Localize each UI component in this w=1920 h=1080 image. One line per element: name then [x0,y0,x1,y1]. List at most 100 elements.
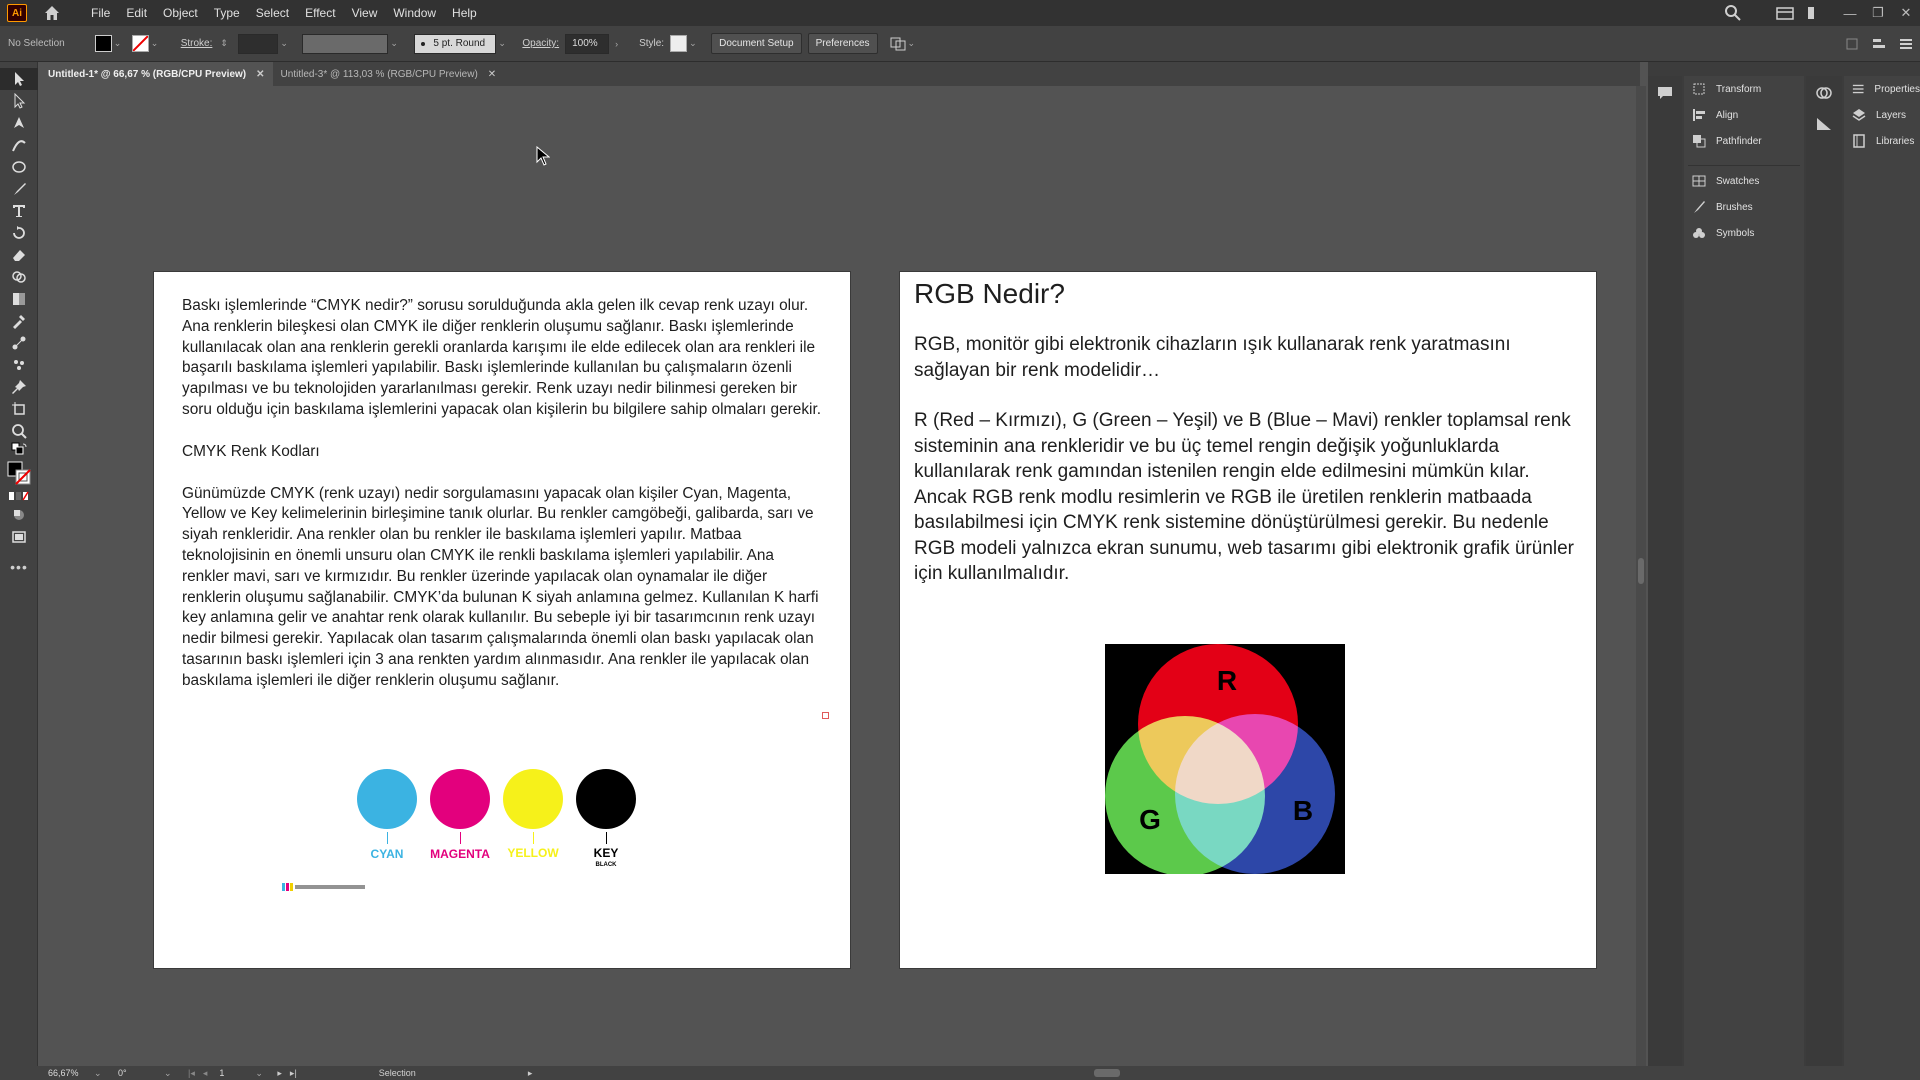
rgb-venn-diagram[interactable]: R G B [1105,644,1345,874]
scrollbar-thumb[interactable] [1638,558,1644,584]
artboard-2[interactable]: RGB Nedir? RGB, monitör gibi elektronik … [900,272,1596,968]
artboard-number-field[interactable]: 1 [213,1067,254,1079]
blend-tool-icon[interactable] [0,332,38,354]
close-icon[interactable]: ✕ [488,69,496,80]
chevron-down-icon[interactable]: ⌄ [164,1068,174,1079]
chevron-down-icon[interactable]: ⌄ [280,38,290,49]
selection-tool-icon[interactable] [0,68,38,90]
close-window-button[interactable]: ✕ [1892,0,1920,26]
previous-artboard-icon[interactable]: ◂ [203,1068,208,1079]
panel-transform[interactable]: Transform [1684,76,1804,102]
horizontal-scrollbar-thumb[interactable] [1094,1069,1120,1077]
panel-swatches[interactable]: Swatches [1684,168,1804,194]
arrange-icon[interactable] [1806,6,1816,20]
zoom-field[interactable]: 66,67% [42,1067,92,1079]
appearance-icon[interactable] [1816,86,1832,100]
menu-window[interactable]: Window [385,6,444,20]
document-setup-button[interactable]: Document Setup [711,33,802,54]
gradient-tool-icon[interactable] [0,288,38,310]
isolate-icon[interactable] [1846,38,1858,50]
artboard-1-text[interactable]: Baskı işlemlerinde “CMYK nedir?” sorusu … [182,296,822,692]
symbol-sprayer-tool-icon[interactable] [0,354,38,376]
menu-edit[interactable]: Edit [118,6,155,20]
eyedropper-tool-icon[interactable] [0,310,38,332]
stroke-swatch[interactable] [131,35,149,52]
rgb-title[interactable]: RGB Nedir? [914,278,1065,310]
menu-select[interactable]: Select [248,6,297,20]
panel-align[interactable]: Align [1684,102,1804,128]
chevron-down-icon[interactable]: ⌄ [255,1068,265,1079]
more-tools-icon[interactable]: ••• [0,556,38,578]
tab-untitled-3[interactable]: Untitled-3* @ 113,03 % (RGB/CPU Preview)… [273,62,505,86]
graphic-style-swatch[interactable] [670,35,688,52]
tab-untitled-1[interactable]: Untitled-1* @ 66,67 % (RGB/CPU Preview) … [40,62,273,86]
menu-icon[interactable] [1900,38,1912,50]
screen-mode-icon[interactable] [0,526,38,548]
comments-icon[interactable] [1657,86,1673,100]
menu-file[interactable]: File [83,6,118,20]
panel-label: Libraries [1876,135,1915,147]
fill-stroke-swatches[interactable] [0,458,38,488]
artboard-tool-icon[interactable] [0,398,38,420]
close-icon[interactable]: ✕ [256,69,264,80]
panel-pathfinder[interactable]: Pathfinder [1684,128,1804,154]
menu-view[interactable]: View [344,6,386,20]
panel-libraries[interactable]: Libraries [1844,128,1920,154]
home-icon[interactable] [43,4,61,22]
text-overflow-marker[interactable] [822,712,829,719]
artboard-1[interactable]: Baskı işlemlerinde “CMYK nedir?” sorusu … [154,272,850,968]
brush-definition[interactable]: 5 pt. Round [414,33,497,54]
direct-selection-tool-icon[interactable] [0,90,38,112]
chevron-down-icon[interactable]: ⌄ [114,38,124,49]
chevron-right-icon[interactable]: › [615,39,625,49]
maximize-button[interactable]: ❐ [1864,0,1892,26]
chevron-down-icon[interactable]: ⌄ [94,1068,104,1079]
menu-help[interactable]: Help [444,6,485,20]
chevron-down-icon[interactable]: ⌄ [689,38,699,49]
curvature-tool-icon[interactable] [0,134,38,156]
chevron-down-icon[interactable]: ⌄ [151,38,161,49]
chevron-down-icon[interactable]: ⌄ [390,38,400,49]
vertical-scrollbar[interactable] [1636,86,1646,1066]
pen-tool-icon[interactable] [0,112,38,134]
color-mode-icon[interactable] [0,488,38,504]
default-colors-icon[interactable] [0,442,38,458]
horizontal-scrollbar[interactable] [520,1069,1628,1077]
menu-type[interactable]: Type [206,6,248,20]
search-icon[interactable] [1724,4,1742,22]
rgb-paragraph-1[interactable]: RGB, monitör gibi elektronik cihazların … [914,332,1574,383]
paintbrush-tool-icon[interactable] [0,178,38,200]
next-artboard-icon[interactable]: ▸ [277,1068,282,1079]
menu-effect[interactable]: Effect [297,6,343,20]
draw-mode-icon[interactable] [0,504,38,526]
workspace-icon[interactable] [1776,6,1794,20]
panel-properties[interactable]: Properties [1844,76,1920,102]
chevron-down-icon[interactable]: ⌄ [498,38,508,49]
preferences-button[interactable]: Preferences [807,33,878,54]
rgb-paragraph-2[interactable]: R (Red – Kırmızı), G (Green – Yeşil) ve … [914,408,1574,587]
first-artboard-icon[interactable]: |◂ [188,1068,195,1079]
pin-tool-icon[interactable] [0,376,38,398]
arrange-documents-icon[interactable] [890,37,906,51]
rotation-field[interactable]: 0° [112,1067,162,1079]
image-trace-icon[interactable] [1816,117,1832,131]
fill-swatch[interactable] [94,35,112,52]
minimize-button[interactable]: — [1836,0,1864,26]
align-icon[interactable] [1872,38,1886,50]
stroke-weight-field[interactable] [238,33,279,54]
variable-width-profile[interactable] [302,33,389,54]
panel-symbols[interactable]: Symbols [1684,220,1804,246]
menu-object[interactable]: Object [155,6,206,20]
eraser-tool-icon[interactable] [0,244,38,266]
shape-builder-tool-icon[interactable] [0,266,38,288]
last-artboard-icon[interactable]: ▸| [290,1068,297,1079]
opacity-field[interactable]: 100% [565,33,610,54]
stepper-icon[interactable]: ⇕ [220,38,230,49]
chevron-down-icon[interactable]: ⌄ [908,38,918,49]
ellipse-tool-icon[interactable] [0,156,38,178]
rotate-tool-icon[interactable] [0,222,38,244]
zoom-tool-icon[interactable] [0,420,38,442]
panel-brushes[interactable]: Brushes [1684,194,1804,220]
type-tool-icon[interactable] [0,200,38,222]
panel-layers[interactable]: Layers [1844,102,1920,128]
